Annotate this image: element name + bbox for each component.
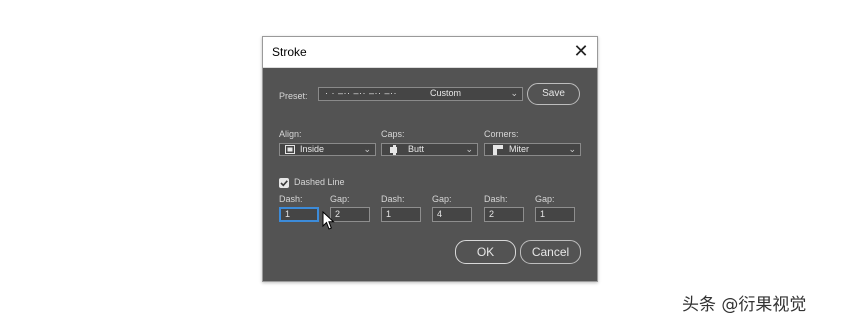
gap-1-input[interactable]: 2 xyxy=(330,207,370,222)
miter-join-icon xyxy=(493,145,503,155)
butt-cap-icon xyxy=(390,145,400,155)
save-button[interactable]: Save xyxy=(527,83,580,105)
stroke-dialog: Stroke ✕ Preset: · · –·· –·· –·· –·· Cus… xyxy=(262,36,598,282)
caps-label: Caps: xyxy=(381,129,405,139)
preset-dropdown[interactable]: · · –·· –·· –·· –·· Custom ⌄ xyxy=(318,87,523,101)
dash-1-input[interactable]: 1 xyxy=(279,207,319,222)
caps-value: Butt xyxy=(408,144,425,154)
gap-3-input[interactable]: 1 xyxy=(535,207,575,222)
chevron-down-icon: ⌄ xyxy=(568,144,576,154)
mouse-cursor-icon xyxy=(322,211,335,230)
corners-label: Corners: xyxy=(484,129,519,139)
dash-2-input[interactable]: 1 xyxy=(381,207,421,222)
corners-dropdown[interactable]: Miter ⌄ xyxy=(484,143,581,156)
chevron-down-icon: ⌄ xyxy=(510,88,518,98)
chevron-down-icon: ⌄ xyxy=(363,144,371,154)
dash-label-3: Dash: xyxy=(484,194,508,204)
preset-value: Custom xyxy=(430,88,462,98)
watermark: 头条 @衍果视觉 xyxy=(682,295,807,315)
checkmark-icon xyxy=(280,180,288,187)
dash-3-input[interactable]: 2 xyxy=(484,207,524,222)
cancel-button[interactable]: Cancel xyxy=(520,240,581,264)
dashed-line-checkbox[interactable] xyxy=(279,178,289,188)
dash-label-2: Dash: xyxy=(381,194,405,204)
dash-label-1: Dash: xyxy=(279,194,303,204)
dashed-line-label: Dashed Line xyxy=(294,177,345,187)
dialog-body: Preset: · · –·· –·· –·· –·· Custom ⌄ Sav… xyxy=(263,68,597,281)
chevron-down-icon: ⌄ xyxy=(465,144,473,154)
corners-value: Miter xyxy=(509,144,529,154)
align-label: Align: xyxy=(279,129,302,139)
align-dropdown[interactable]: Inside ⌄ xyxy=(279,143,376,156)
gap-2-input[interactable]: 4 xyxy=(432,207,472,222)
dialog-title: Stroke xyxy=(272,45,307,59)
ok-button[interactable]: OK xyxy=(455,240,516,264)
align-inside-icon xyxy=(285,145,295,154)
gap-label-2: Gap: xyxy=(432,194,452,204)
title-bar: Stroke ✕ xyxy=(263,37,597,68)
preset-dash-pattern: · · –·· –·· –·· –·· xyxy=(325,88,397,98)
gap-label-3: Gap: xyxy=(535,194,555,204)
gap-label-1: Gap: xyxy=(330,194,350,204)
close-icon[interactable]: ✕ xyxy=(573,42,589,60)
preset-label: Preset: xyxy=(279,91,308,101)
align-value: Inside xyxy=(300,144,325,154)
caps-dropdown[interactable]: Butt ⌄ xyxy=(381,143,478,156)
